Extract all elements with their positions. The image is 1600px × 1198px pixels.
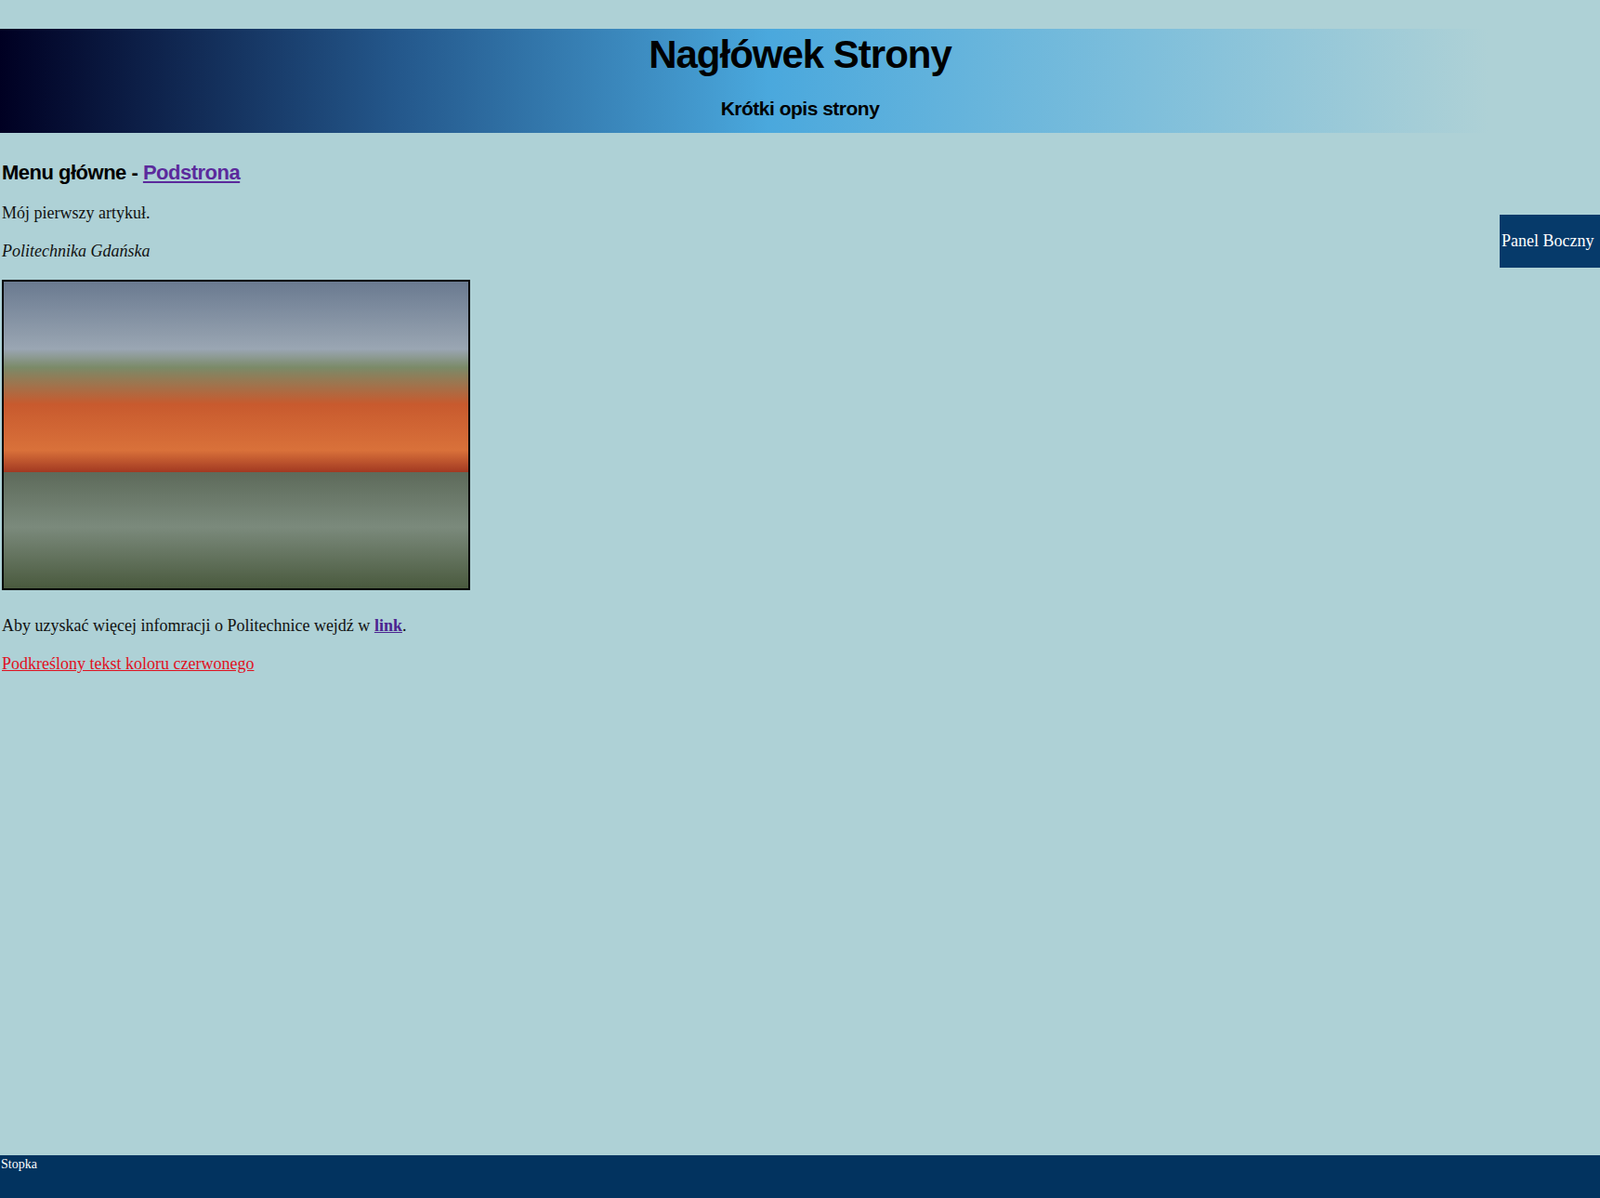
university-photo xyxy=(1,279,471,591)
page: Nagłówek Strony Krótki opis strony Menu gł… xyxy=(0,0,1600,1198)
main-content: Menu główne - Podstrona Mój pierwszy arty… xyxy=(0,132,1500,674)
page-title: Nagłówek Strony xyxy=(648,32,952,78)
main-menu: Menu główne - Podstrona xyxy=(1,160,1500,185)
article-caption: Politechnika Gdańska xyxy=(1,241,1500,262)
page-header: Nagłówek Strony Krótki opis strony xyxy=(0,28,1600,133)
info-link[interactable]: link xyxy=(374,616,403,635)
red-underlined-text: Podkreślony tekst koloru czerwonego xyxy=(1,654,1500,674)
page-subtitle: Krótki opis strony xyxy=(721,97,880,120)
article-intro: Mój pierwszy artykuł. xyxy=(1,203,1500,223)
content-row: Menu główne - Podstrona Mój pierwszy arty… xyxy=(0,132,1600,1155)
more-info: Aby uzyskać więcej infomracji o Politech… xyxy=(1,616,1500,636)
menu-link[interactable]: Podstrona xyxy=(143,160,240,184)
side-panel: Panel Boczny xyxy=(1499,214,1600,268)
page-footer: Stopka xyxy=(0,1154,1600,1198)
